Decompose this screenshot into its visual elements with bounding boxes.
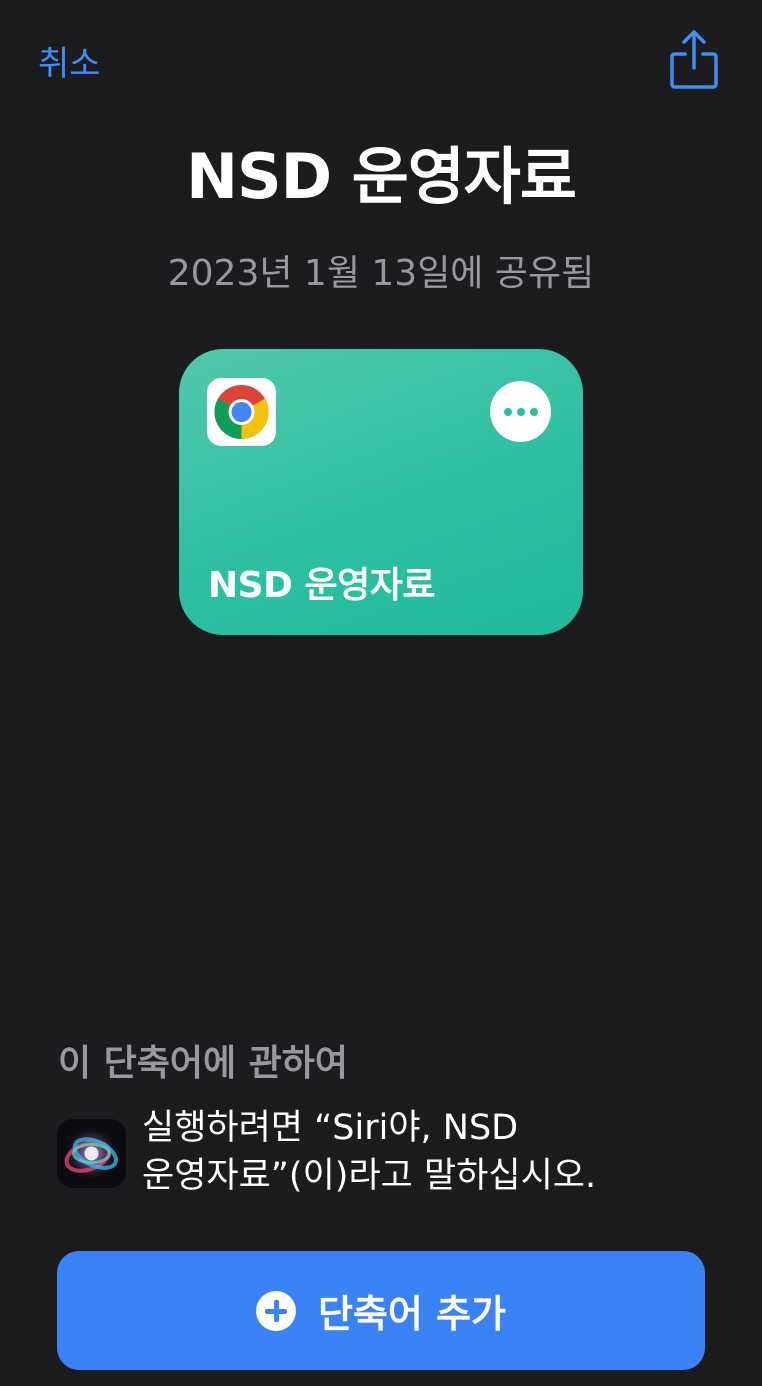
plus-circle-icon <box>255 1290 296 1331</box>
more-options-button[interactable] <box>490 381 551 442</box>
shared-date: 2023년 1월 13일에 공유됨 <box>167 253 595 294</box>
ellipsis-icon <box>504 408 512 416</box>
shortcut-card-label: NSD 운영자료 <box>208 565 435 606</box>
cancel-button[interactable]: 취소 <box>38 36 101 85</box>
shortcut-card[interactable]: NSD 운영자료 <box>179 349 583 635</box>
add-shortcut-label: 단축어 추가 <box>317 1292 507 1336</box>
about-heading: 이 단축어에 관하여 <box>58 1043 349 1084</box>
chrome-icon <box>214 385 269 439</box>
share-button[interactable] <box>666 26 722 92</box>
siri-instruction-line2: 운영자료”(이)라고 말하십시오. <box>142 1156 597 1196</box>
add-shortcut-button[interactable]: 단축어 추가 <box>57 1251 705 1370</box>
share-icon <box>670 30 718 89</box>
chrome-app-tile <box>207 378 276 446</box>
siri-instruction-line1: 실행하려면 “Siri야, NSD <box>142 1108 519 1148</box>
siri-instruction: 실행하려면 “Siri야, NSD 운영자료”(이)라고 말하십시오. <box>142 1104 702 1200</box>
page-title: NSD 운영자료 <box>186 140 577 213</box>
siri-icon <box>57 1119 126 1188</box>
